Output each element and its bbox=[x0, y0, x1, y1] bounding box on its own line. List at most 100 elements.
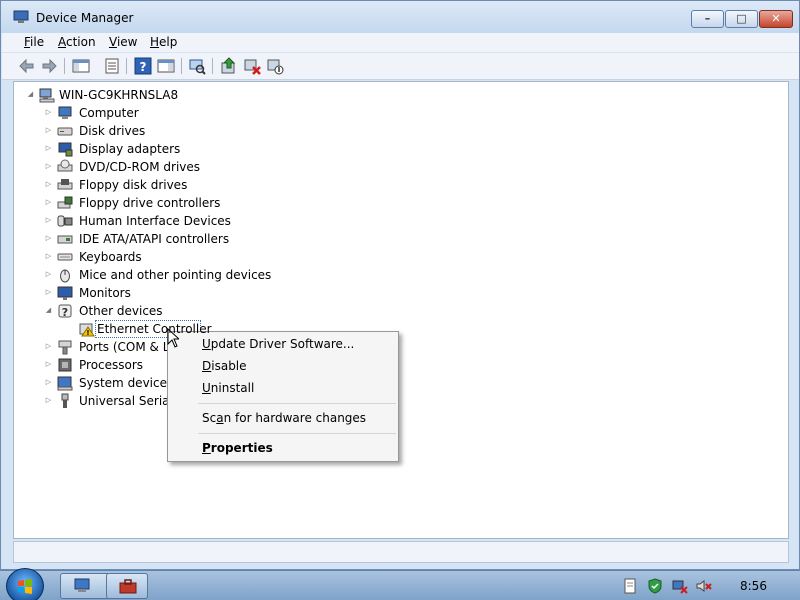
maximize-icon: □ bbox=[736, 12, 747, 25]
toolbar-separator bbox=[126, 58, 127, 74]
collapse-triangle-icon[interactable]: ◢ bbox=[44, 306, 53, 315]
usb-icon bbox=[61, 393, 69, 408]
tree-item-label: Human Interface Devices bbox=[79, 214, 231, 228]
expand-triangle-icon[interactable]: ▷ bbox=[44, 198, 53, 207]
expand-triangle-icon[interactable]: ▷ bbox=[44, 216, 53, 225]
update-driver-icon[interactable] bbox=[220, 57, 238, 75]
tree-item-label: Floppy drive controllers bbox=[79, 196, 221, 210]
dvd-drive-icon bbox=[57, 159, 73, 172]
tree-item-label: Ports (COM & LP bbox=[79, 340, 177, 354]
menu-properties[interactable]: Properties bbox=[202, 441, 273, 455]
expand-triangle-icon[interactable]: ▷ bbox=[44, 144, 53, 153]
maximize-button[interactable]: □ bbox=[725, 10, 758, 28]
tree-item-label: Disk drives bbox=[79, 124, 146, 138]
taskbar-button-device-manager[interactable] bbox=[106, 573, 148, 599]
minimize-icon: – bbox=[704, 12, 711, 25]
tree-item-label: Ethernet Controller bbox=[97, 322, 212, 336]
monitor-icon bbox=[57, 286, 73, 300]
forward-arrow-icon[interactable] bbox=[40, 57, 58, 75]
collapse-triangle-icon[interactable]: ◢ bbox=[26, 90, 35, 99]
expand-triangle-icon[interactable]: ▷ bbox=[44, 378, 53, 387]
taskbar: 8:56 bbox=[0, 568, 800, 600]
expand-triangle-icon[interactable]: ▷ bbox=[44, 270, 53, 279]
disable-device-icon[interactable] bbox=[266, 57, 284, 75]
computer-icon bbox=[39, 88, 55, 103]
device-manager-icon bbox=[13, 10, 29, 23]
toolbar-separator bbox=[212, 58, 213, 74]
expand-triangle-icon[interactable]: ▷ bbox=[44, 126, 53, 135]
menu-view[interactable]: View bbox=[109, 35, 137, 49]
volume-muted-icon[interactable] bbox=[696, 578, 712, 594]
expand-triangle-icon[interactable]: ▷ bbox=[44, 360, 53, 369]
expand-triangle-icon[interactable]: ▷ bbox=[44, 108, 53, 117]
floppy-controller-icon bbox=[57, 196, 73, 209]
tree-item-label: IDE ATA/ATAPI controllers bbox=[79, 232, 230, 246]
toolbar-separator bbox=[64, 58, 65, 74]
computer-icon bbox=[58, 106, 72, 119]
status-bar bbox=[13, 541, 789, 563]
disk-drive-icon bbox=[57, 127, 73, 136]
tree-item-label: Keyboards bbox=[79, 250, 142, 264]
properties-icon[interactable] bbox=[103, 57, 121, 75]
expand-triangle-icon[interactable]: ▷ bbox=[44, 342, 53, 351]
menu-separator bbox=[198, 403, 396, 404]
toolbar-separator bbox=[181, 58, 182, 74]
tree-item-label: Monitors bbox=[79, 286, 131, 300]
expand-triangle-icon[interactable]: ▷ bbox=[44, 162, 53, 171]
menu-action[interactable]: Action bbox=[58, 35, 96, 49]
windows-logo-icon bbox=[18, 579, 32, 594]
menu-help[interactable]: Help bbox=[150, 35, 177, 49]
floppy-drive-icon bbox=[57, 179, 73, 190]
title-bar[interactable]: Device Manager – □ ✕ bbox=[1, 1, 799, 33]
menu-file[interactable]: File bbox=[24, 35, 44, 49]
menu-bar: File Action View Help bbox=[2, 33, 799, 52]
tree-item-label: Display adapters bbox=[79, 142, 181, 156]
taskbar-clock[interactable]: 8:56 bbox=[740, 579, 767, 593]
expand-triangle-icon[interactable]: ▷ bbox=[44, 252, 53, 261]
network-disconnected-icon[interactable] bbox=[672, 578, 688, 594]
system-device-icon bbox=[57, 376, 73, 391]
expand-triangle-icon[interactable]: ▷ bbox=[44, 288, 53, 297]
ide-controller-icon bbox=[57, 235, 73, 244]
tree-item-label: System devices bbox=[79, 376, 174, 390]
svg-text:?: ? bbox=[62, 306, 68, 319]
menu-uninstall[interactable]: Uninstall bbox=[202, 381, 254, 395]
tree-item-label: Computer bbox=[79, 106, 139, 120]
action-pane-icon[interactable] bbox=[157, 57, 175, 75]
uninstall-device-icon[interactable] bbox=[243, 57, 261, 75]
menu-disable[interactable]: Disable bbox=[202, 359, 247, 373]
expand-triangle-icon[interactable]: ▷ bbox=[44, 180, 53, 189]
toolbar: ? bbox=[2, 53, 799, 80]
tree-item-label: Mice and other pointing devices bbox=[79, 268, 272, 282]
hid-icon bbox=[57, 215, 73, 227]
processor-icon bbox=[58, 358, 72, 372]
expand-triangle-icon[interactable]: ▷ bbox=[44, 396, 53, 405]
security-shield-icon[interactable] bbox=[647, 578, 663, 594]
action-center-icon[interactable] bbox=[622, 578, 638, 594]
mouse-icon bbox=[60, 269, 70, 283]
close-icon: ✕ bbox=[771, 12, 781, 25]
unknown-device-icon: ? bbox=[58, 304, 72, 319]
tree-item-label: Other devices bbox=[79, 304, 163, 318]
back-arrow-icon[interactable] bbox=[18, 57, 36, 75]
menu-update-driver-software[interactable]: Update Driver Software... bbox=[202, 337, 354, 351]
menu-scan-hardware-changes[interactable]: Scan for hardware changes bbox=[202, 411, 366, 425]
port-icon bbox=[58, 340, 72, 355]
help-icon[interactable]: ? bbox=[134, 57, 152, 75]
window-title: Device Manager bbox=[36, 11, 134, 25]
minimize-button[interactable]: – bbox=[691, 10, 724, 28]
warning-device-icon: ! bbox=[79, 323, 95, 337]
device-tree-pane[interactable]: ◢ WIN-GC9KHRNSLA8 ▷ Computer ▷ Disk driv… bbox=[13, 81, 789, 539]
scan-hardware-icon[interactable] bbox=[188, 57, 206, 75]
close-button[interactable]: ✕ bbox=[759, 10, 793, 28]
context-menu: Update Driver Software... Disable Uninst… bbox=[167, 331, 399, 462]
server-manager-icon bbox=[74, 578, 90, 592]
display-adapter-icon bbox=[58, 142, 73, 157]
start-button[interactable] bbox=[6, 568, 44, 600]
show-hide-console-tree-icon[interactable] bbox=[72, 57, 90, 75]
tree-item-label: Floppy disk drives bbox=[79, 178, 188, 192]
keyboard-icon bbox=[57, 253, 73, 261]
svg-text:!: ! bbox=[86, 329, 89, 337]
expand-triangle-icon[interactable]: ▷ bbox=[44, 234, 53, 243]
device-manager-window: Device Manager – □ ✕ File Action View He… bbox=[0, 0, 800, 570]
